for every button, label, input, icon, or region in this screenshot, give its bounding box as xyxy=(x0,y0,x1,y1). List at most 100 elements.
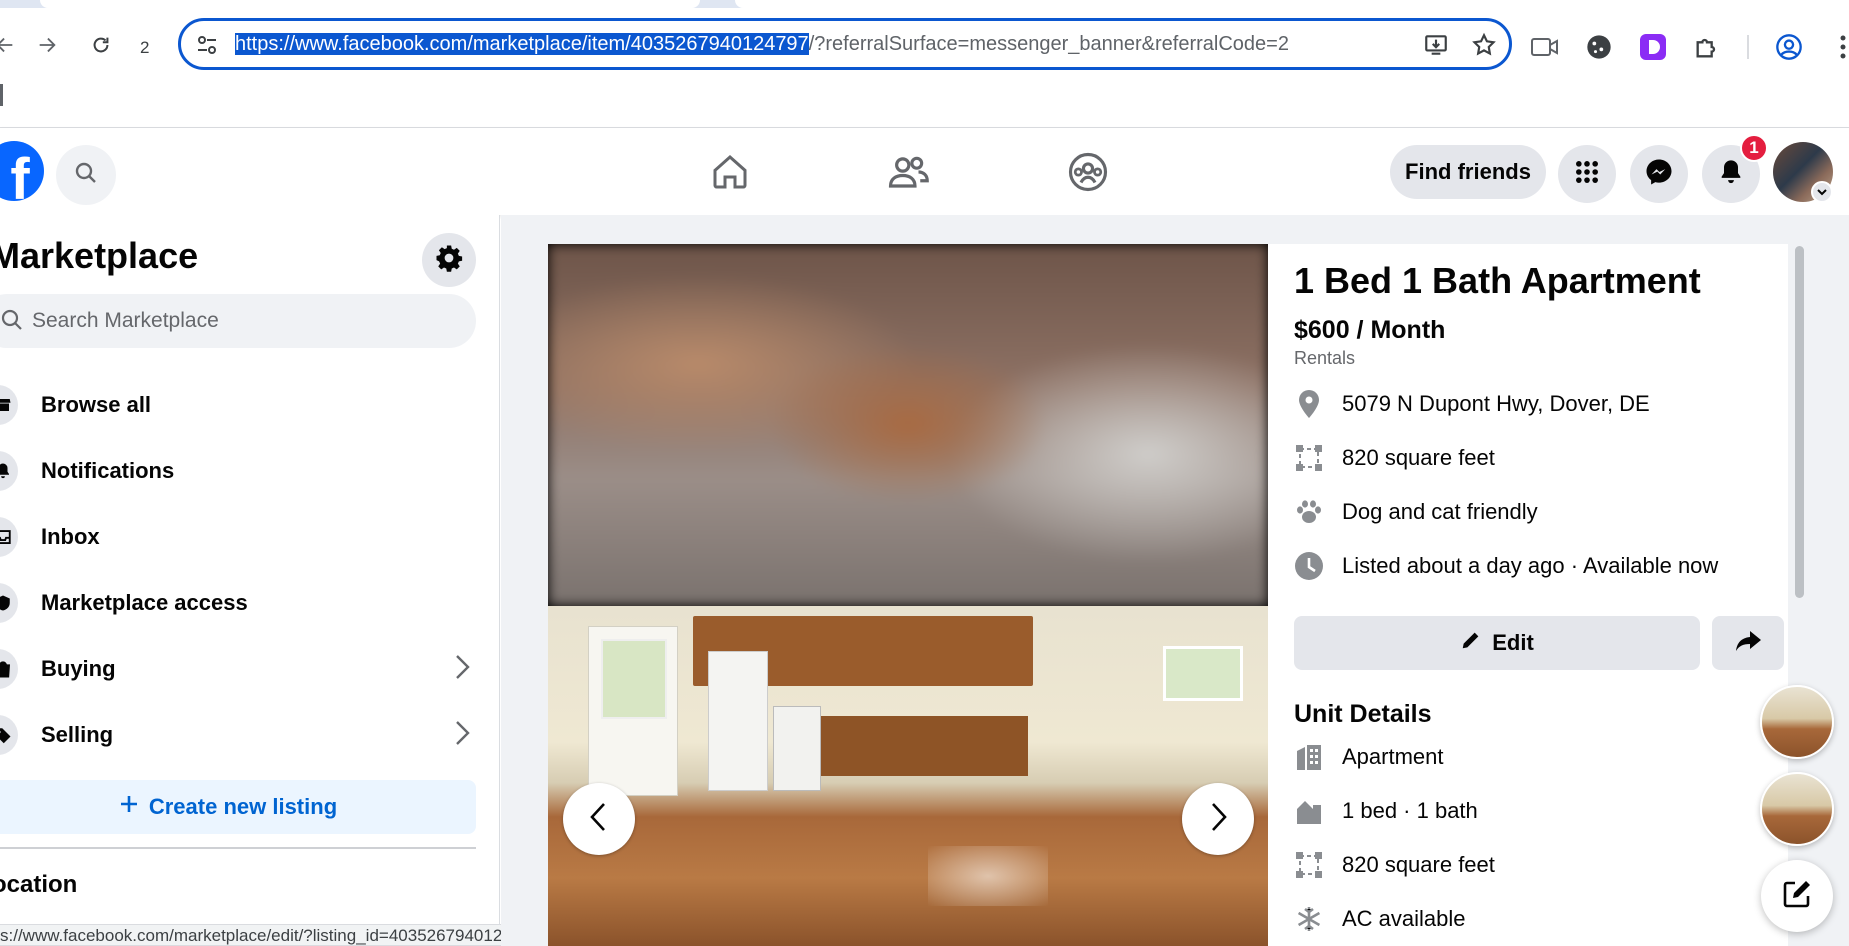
find-friends-button[interactable]: Find friends xyxy=(1390,145,1546,199)
info-text: 820 square feet xyxy=(1342,445,1495,470)
forward-icon[interactable] xyxy=(32,30,62,60)
search-input[interactable]: Search Marketplace xyxy=(0,294,476,348)
sidebar-item-browse-all[interactable]: Browse all xyxy=(0,377,490,433)
browser-chrome: 2 https://www.facebook.com/marketplace/i… xyxy=(0,0,1849,128)
friends-icon[interactable] xyxy=(886,150,930,194)
sidebar-item-buying[interactable]: Buying xyxy=(0,641,490,697)
unit-row-area: 820 square feet xyxy=(1294,845,1495,885)
chevron-left-icon xyxy=(585,801,613,838)
more-menu-icon[interactable] xyxy=(1828,32,1849,62)
photo-detail-fridge xyxy=(708,651,768,791)
home-icon[interactable] xyxy=(708,150,752,194)
info-text: 5079 N Dupont Hwy, Dover, DE xyxy=(1342,391,1650,416)
info-text: Dog and cat friendly xyxy=(1342,499,1538,524)
location-heading: ocation xyxy=(0,871,78,898)
puzzle-extensions-icon[interactable] xyxy=(1692,32,1722,62)
bookmark-star-icon[interactable] xyxy=(1471,32,1497,63)
sidebar-item-label: Inbox xyxy=(41,524,100,549)
groups-icon[interactable] xyxy=(1066,150,1110,194)
share-arrow-icon xyxy=(1734,629,1762,658)
snowflake-icon xyxy=(1294,904,1324,934)
browser-tab[interactable] xyxy=(40,0,700,8)
url-remaining-text: /?referralSurface=messenger_banner&refer… xyxy=(808,33,1289,55)
previous-photo-button[interactable] xyxy=(563,783,635,855)
bookmark-item[interactable] xyxy=(0,84,3,106)
chat-head-bubble[interactable] xyxy=(1760,685,1834,759)
create-new-listing-label: Create new listing xyxy=(148,794,338,819)
area-icon xyxy=(1294,443,1324,473)
cookie-icon[interactable] xyxy=(1584,32,1614,62)
back-icon[interactable] xyxy=(0,30,20,60)
search-placeholder: Search Marketplace xyxy=(32,309,219,332)
extension-icons xyxy=(1530,32,1849,62)
gear-icon xyxy=(434,243,464,278)
listing-details-panel: 1 Bed 1 Bath Apartment $600 / Month Rent… xyxy=(1268,244,1788,946)
info-text: Listed about a day ago · Available now xyxy=(1342,553,1719,578)
chat-head-bubble[interactable] xyxy=(1760,772,1834,846)
share-button[interactable] xyxy=(1712,616,1784,670)
next-photo-button[interactable] xyxy=(1182,783,1254,855)
info-row-listed: Listed about a day ago · Available now xyxy=(1294,546,1718,586)
profile-icon[interactable] xyxy=(1774,32,1804,62)
browser-tab[interactable] xyxy=(735,0,1849,8)
search-icon xyxy=(0,308,24,337)
address-bar[interactable]: https://www.facebook.com/marketplace/ite… xyxy=(178,18,1512,70)
menu-grid-button[interactable] xyxy=(1558,145,1616,203)
toolbar-divider xyxy=(1746,32,1750,62)
sidebar-item-notifications[interactable]: Notifications xyxy=(0,443,490,499)
unit-row-ac: AC available xyxy=(1294,899,1466,939)
create-new-listing-button[interactable]: Create new listing xyxy=(0,780,476,834)
scrollbar-thumb[interactable] xyxy=(1795,246,1804,598)
bookmarks-bar xyxy=(0,78,1849,128)
url-text[interactable]: https://www.facebook.com/marketplace/ite… xyxy=(235,33,1289,56)
sidebar-item-inbox[interactable]: Inbox xyxy=(0,509,490,565)
pencil-icon xyxy=(1460,629,1482,657)
inbox-icon xyxy=(0,517,18,557)
bell-icon xyxy=(0,451,18,491)
new-message-button[interactable] xyxy=(1761,860,1833,932)
sidebar-item-label: Notifications xyxy=(41,458,175,483)
area-icon xyxy=(1294,850,1324,880)
marketplace-sidebar: Marketplace Search Marketplace Browse al… xyxy=(0,215,500,946)
search-icon xyxy=(74,161,98,190)
location-pin-icon xyxy=(1294,389,1324,419)
photo-detail-lower-cabinets xyxy=(818,716,1028,776)
storefront-icon xyxy=(0,385,18,425)
sidebar-item-label: Buying xyxy=(41,656,116,681)
info-row-area: 820 square feet xyxy=(1294,438,1495,478)
sidebar-item-marketplace-access[interactable]: Marketplace access xyxy=(0,575,490,631)
edit-listing-button[interactable]: Edit xyxy=(1294,616,1700,670)
plus-icon xyxy=(119,794,139,820)
sidebar-item-label: Marketplace access xyxy=(41,590,248,615)
sidebar-item-label: Browse all xyxy=(41,392,152,417)
sidebar-item-selling[interactable]: Selling xyxy=(0,707,490,763)
clock-icon xyxy=(1294,551,1324,581)
settings-button[interactable] xyxy=(422,233,476,287)
listing-photo-viewer[interactable] xyxy=(548,244,1268,946)
tag-icon xyxy=(0,715,18,755)
messenger-button[interactable] xyxy=(1630,145,1688,203)
chevron-right-icon xyxy=(452,719,472,752)
info-row-location: 5079 N Dupont Hwy, Dover, DE xyxy=(1294,384,1650,424)
chevron-down-icon[interactable] xyxy=(1811,181,1833,203)
listing-price: $600 / Month xyxy=(1294,316,1446,344)
notification-badge: 1 xyxy=(1740,134,1768,162)
d-extension-icon[interactable] xyxy=(1638,32,1668,62)
facebook-logo-letter: f xyxy=(10,147,30,201)
facebook-logo[interactable]: f xyxy=(0,141,44,201)
listing-category[interactable]: Rentals xyxy=(1294,348,1355,369)
reload-icon[interactable] xyxy=(86,30,116,60)
edit-label: Edit xyxy=(1492,630,1534,655)
video-camera-icon[interactable] xyxy=(1530,32,1560,62)
install-app-icon[interactable] xyxy=(1423,32,1449,63)
unit-detail-text: 1 bed · 1 bath xyxy=(1342,798,1478,823)
photo-detail-stove xyxy=(773,706,821,791)
blurred-photo-background xyxy=(548,244,1268,606)
omnibox-actions xyxy=(1423,32,1497,63)
photo-detail-window xyxy=(1163,646,1243,701)
status-bar-url: s://www.facebook.com/marketplace/edit/?l… xyxy=(0,924,552,946)
search-button[interactable] xyxy=(56,145,116,205)
unit-detail-text: AC available xyxy=(1342,906,1466,931)
divider xyxy=(0,847,476,849)
site-settings-icon[interactable] xyxy=(195,33,219,57)
